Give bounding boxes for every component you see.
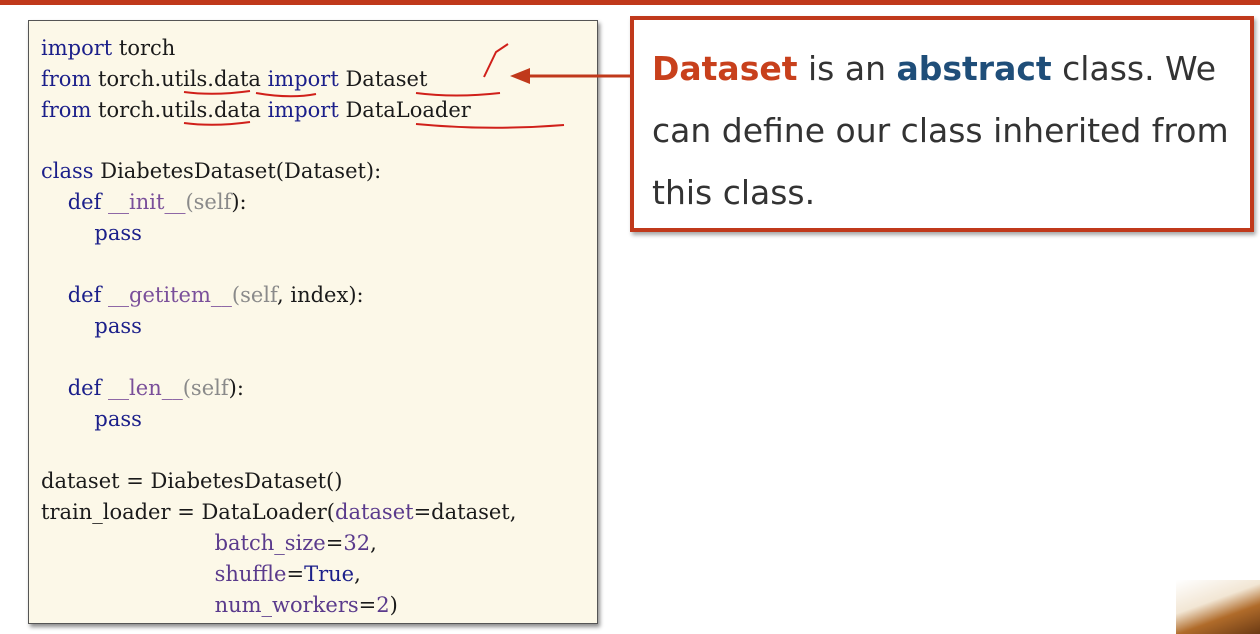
code-block: import torch from torch.utils.data impor… [28,20,598,624]
callout-keyword-abstract: abstract [896,49,1052,88]
code-line-import-dataloader: from torch.utils.data import DataLoader [41,98,471,122]
explanation-callout: Dataset is an abstract class. We can def… [630,16,1254,232]
code-line-def-init: def __init__(self): [67,190,247,214]
code-line-pass-2: pass [94,314,142,338]
top-accent-bar [0,0,1260,5]
code-line-class-def: class DiabetesDataset(Dataset): [41,159,382,183]
code-line-pass-3: pass [94,407,142,431]
code-line-def-getitem: def __getitem__(self, index): [67,283,364,307]
callout-keyword-dataset: Dataset [652,49,798,88]
code-line-pass-1: pass [94,221,142,245]
code-line-def-len: def __len__(self): [67,376,244,400]
code-line-dataset-instance: dataset = DiabetesDataset() [41,469,343,493]
code-line-import-dataset: from torch.utils.data import Dataset [41,67,428,91]
code-line-import-torch: import torch [41,36,176,60]
code-line-shuffle: shuffle=True, [214,562,361,586]
callout-text: Dataset is an abstract class. We can def… [652,49,1229,212]
code-line-train-loader: train_loader = DataLoader(dataset=datase… [41,500,517,524]
presenter-video-thumbnail [1176,580,1260,634]
code-line-num-workers: num_workers=2) [214,593,398,617]
code-line-batch-size: batch_size=32, [214,531,377,555]
